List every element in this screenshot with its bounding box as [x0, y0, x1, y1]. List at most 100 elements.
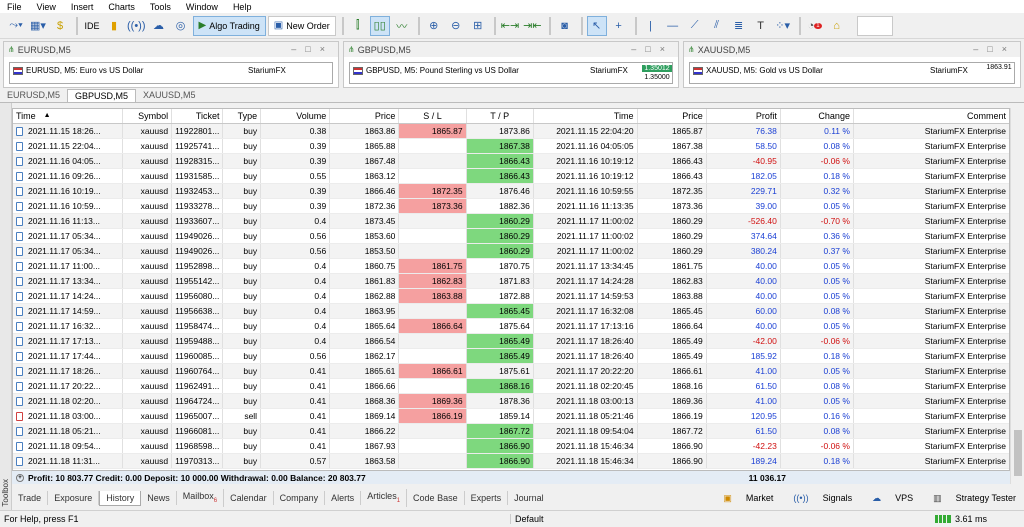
table-row[interactable]: 2021.11.17 20:22... xauusd 11962491... buy 0…: [13, 379, 1009, 394]
table-row[interactable]: 2021.11.18 05:21... xauusd 11966081... buy 0…: [13, 424, 1009, 439]
bar-chart-icon[interactable]: ⫿: [348, 16, 368, 36]
tab-company[interactable]: Company: [274, 491, 326, 505]
window-controls[interactable]: –□×: [973, 44, 1016, 54]
search-input[interactable]: [856, 15, 893, 36]
notifications-icon[interactable]: ◔ 1: [805, 16, 825, 36]
table-scrollbar[interactable]: [1010, 108, 1024, 484]
col-change[interactable]: Change: [781, 109, 854, 123]
tab-history[interactable]: History: [99, 490, 142, 506]
table-row[interactable]: 2021.11.17 14:59... xauusd 11956638... buy 0…: [13, 304, 1009, 319]
algo-trading-button[interactable]: ▶ Algo Trading: [192, 15, 266, 36]
toolbox-strip[interactable]: Toolbox: [0, 103, 12, 513]
status-profile[interactable]: Default: [510, 514, 544, 524]
globe-icon[interactable]: ◎: [171, 16, 191, 36]
table-row[interactable]: 2021.11.17 14:24... xauusd 11956080... buy 0…: [13, 289, 1009, 304]
window-controls[interactable]: –□×: [631, 44, 674, 54]
tab-news[interactable]: News: [141, 491, 177, 505]
vps-button[interactable]: ☁ VPS: [862, 493, 913, 504]
table-row[interactable]: 2021.11.17 18:26... xauusd 11960764... buy 0…: [13, 364, 1009, 379]
table-row[interactable]: 2021.11.18 02:20... xauusd 11964724... buy 0…: [13, 394, 1009, 409]
col-time[interactable]: Time ▲: [13, 109, 123, 123]
candlestick-icon[interactable]: ▯▯: [369, 15, 390, 36]
signal-icon[interactable]: ((•)): [126, 16, 147, 36]
scrollbar-thumb[interactable]: [1014, 430, 1022, 476]
table-row[interactable]: 2021.11.16 04:05... xauusd 11928315... buy 0…: [13, 154, 1009, 169]
zoom-out-icon[interactable]: ⊖: [446, 16, 466, 36]
tab-eurusd[interactable]: EURUSD,M5: [0, 89, 67, 102]
template-icon[interactable]: ▦▾: [28, 16, 48, 36]
market-button[interactable]: ▣ Market: [713, 493, 773, 504]
table-row[interactable]: 2021.11.17 05:34... xauusd 11949026... buy 0…: [13, 244, 1009, 259]
chart-area[interactable]: XAUUSD, M5: Gold vs US Dollar StariumFX …: [689, 62, 1015, 84]
tab-trade[interactable]: Trade: [12, 491, 49, 505]
col-type[interactable]: Type: [223, 109, 262, 123]
col-comment[interactable]: Comment: [854, 109, 1009, 123]
cursor-icon[interactable]: ↖: [586, 15, 607, 36]
level-icon[interactable]: ⌂: [827, 16, 847, 36]
menu-tools[interactable]: Tools: [143, 2, 179, 12]
crosshair-icon[interactable]: +: [609, 16, 629, 36]
table-row[interactable]: 2021.11.17 13:34... xauusd 11955142... buy 0…: [13, 274, 1009, 289]
menu-file[interactable]: File: [0, 2, 30, 12]
tile-windows-icon[interactable]: ⊞: [468, 16, 488, 36]
cloud-icon[interactable]: ☁: [149, 16, 169, 36]
tab-articles[interactable]: Articles1: [361, 488, 408, 508]
vertical-line-icon[interactable]: |: [641, 16, 661, 36]
chart-shift-icon[interactable]: ⇥⇤: [522, 16, 542, 36]
chart-area[interactable]: EURUSD, M5: Euro vs US Dollar StariumFX: [9, 62, 333, 84]
tab-gbpusd[interactable]: GBPUSD,M5: [67, 89, 137, 102]
tab-xauusd[interactable]: XAUUSD,M5: [136, 89, 203, 102]
chart-window-eurusd[interactable]: ⋔ EURUSD,M5 –□× EURUSD, M5: Euro vs US Do…: [3, 41, 339, 88]
menu-view[interactable]: View: [30, 2, 64, 12]
col-price[interactable]: Price: [330, 109, 400, 123]
table-row[interactable]: 2021.11.17 05:34... xauusd 11949026... buy 0…: [13, 229, 1009, 244]
tab-experts[interactable]: Experts: [465, 491, 509, 505]
col-symbol[interactable]: Symbol: [123, 109, 173, 123]
tab-mailbox[interactable]: Mailbox6: [177, 488, 225, 508]
signals-button[interactable]: ((•)) Signals: [783, 493, 852, 503]
table-row[interactable]: 2021.11.17 17:44... xauusd 11960085... buy 0…: [13, 349, 1009, 364]
table-row[interactable]: 2021.11.17 16:32... xauusd 11958474... buy 0…: [13, 319, 1009, 334]
table-row[interactable]: 2021.11.18 03:00... xauusd 11965007... sell…: [13, 409, 1009, 424]
table-row[interactable]: 2021.11.16 10:19... xauusd 11932453... buy 0…: [13, 184, 1009, 199]
col-volume[interactable]: Volume: [261, 109, 331, 123]
strategy-tester-button[interactable]: ▥ Strategy Tester: [923, 493, 1016, 504]
tab-code-base[interactable]: Code Base: [407, 491, 465, 505]
autoscroll-icon[interactable]: ⇤⇥: [500, 16, 520, 36]
shapes-icon[interactable]: ⁘▾: [773, 16, 793, 36]
lock-icon[interactable]: ▮: [104, 16, 124, 36]
fibonacci-icon[interactable]: ≣: [729, 16, 749, 36]
new-order-button[interactable]: ▣ New Order: [267, 15, 336, 36]
menu-charts[interactable]: Charts: [101, 2, 143, 12]
menu-help[interactable]: Help: [226, 2, 260, 12]
tab-calendar[interactable]: Calendar: [224, 491, 274, 505]
menu-insert[interactable]: Insert: [64, 2, 102, 12]
chart-window-xauusd[interactable]: ⋔ XAUUSD,M5 –□× XAUUSD, M5: Gold vs US Do…: [683, 41, 1021, 88]
chart-area[interactable]: GBPUSD, M5: Pound Sterling vs US Dollar …: [349, 62, 673, 84]
line-chart-icon[interactable]: 〰: [392, 16, 412, 36]
text-icon[interactable]: T: [751, 16, 771, 36]
tab-alerts[interactable]: Alerts: [325, 491, 362, 505]
screenshot-icon[interactable]: ◙: [555, 16, 575, 36]
col-close-price[interactable]: Price: [638, 109, 707, 123]
table-row[interactable]: 2021.11.18 09:54... xauusd 11968598... buy 0…: [13, 439, 1009, 454]
chart-type-icon[interactable]: ⤳▾: [6, 16, 26, 36]
table-row[interactable]: 2021.11.15 22:04... xauusd 11925741... buy 0…: [13, 139, 1009, 154]
chart-window-gbpusd[interactable]: ⋔ GBPUSD,M5 –□× GBPUSD, M5: Pound Sterlin…: [343, 41, 679, 88]
table-row[interactable]: 2021.11.16 11:13... xauusd 11933607... buy 0…: [13, 214, 1009, 229]
col-close-time[interactable]: Time: [534, 109, 638, 123]
table-row[interactable]: 2021.11.16 10:59... xauusd 11933278... buy 0…: [13, 199, 1009, 214]
zoom-in-icon[interactable]: ⊕: [424, 16, 444, 36]
col-sl[interactable]: S / L: [399, 109, 467, 123]
col-tp[interactable]: T / P: [467, 109, 534, 123]
ide-button[interactable]: IDE: [82, 16, 102, 36]
trendline-icon[interactable]: ⟋: [685, 16, 705, 36]
window-controls[interactable]: –□×: [291, 44, 334, 54]
channel-icon[interactable]: ⫽: [707, 16, 727, 36]
horizontal-line-icon[interactable]: —: [663, 16, 683, 36]
tab-exposure[interactable]: Exposure: [48, 491, 100, 505]
col-profit[interactable]: Profit: [707, 109, 781, 123]
table-row[interactable]: 2021.11.17 11:00... xauusd 11952898... buy 0…: [13, 259, 1009, 274]
col-ticket[interactable]: Ticket: [172, 109, 224, 123]
table-row[interactable]: 2021.11.15 18:26... xauusd 11922801... buy 0…: [13, 124, 1009, 139]
